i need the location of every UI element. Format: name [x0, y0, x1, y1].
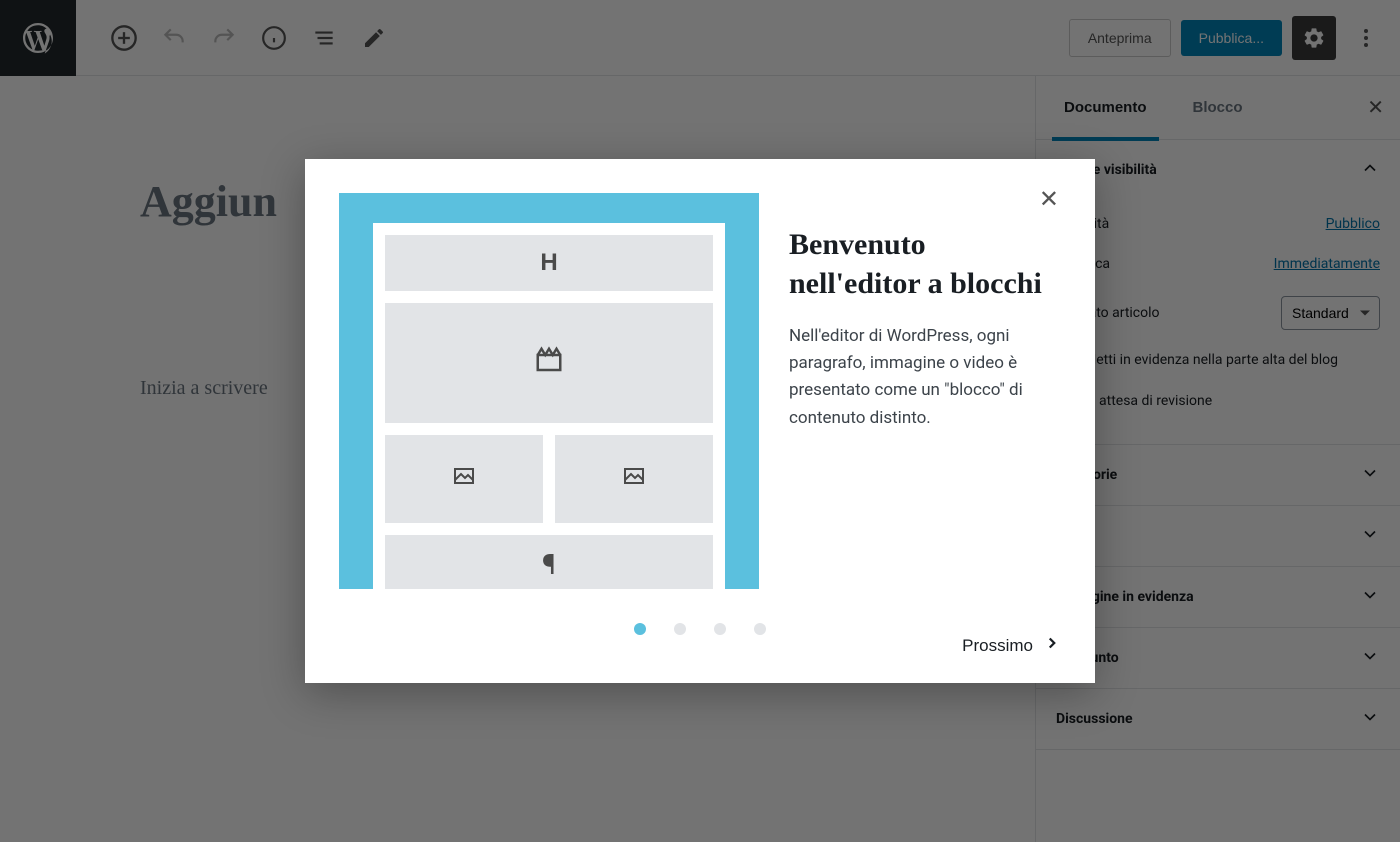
- illustration-heading-block: H: [385, 235, 713, 291]
- step-dot-2[interactable]: [674, 623, 686, 635]
- modal-inner: H ¶: [305, 159, 1095, 623]
- modal-footer: Prossimo: [305, 623, 1095, 683]
- step-dot-1[interactable]: [634, 623, 646, 635]
- illustration-paragraph-block: ¶: [385, 535, 713, 589]
- close-icon: ✕: [1039, 186, 1059, 213]
- modal-body-text: Nell'editor di WordPress, ogni paragrafo…: [789, 323, 1061, 432]
- step-dot-4[interactable]: [754, 623, 766, 635]
- welcome-modal: ✕ H: [305, 159, 1095, 683]
- step-dot-3[interactable]: [714, 623, 726, 635]
- chevron-right-icon: [1043, 634, 1061, 657]
- modal-illustration: H ¶: [339, 193, 759, 589]
- modal-next-button[interactable]: Prossimo: [962, 634, 1061, 657]
- illustration-video-block: [385, 303, 713, 423]
- image-icon: [622, 464, 646, 494]
- illustration-image-block: [385, 435, 543, 523]
- modal-close-button[interactable]: ✕: [1039, 185, 1059, 214]
- modal-next-label: Prossimo: [962, 636, 1033, 656]
- illustration-image-block: [555, 435, 713, 523]
- welcome-modal-overlay: ✕ H: [0, 0, 1400, 842]
- pilcrow-icon: ¶: [542, 548, 556, 581]
- image-icon: [452, 464, 476, 494]
- modal-title: Benvenuto nell'editor a blocchi: [789, 225, 1061, 303]
- clapperboard-icon: [534, 345, 564, 382]
- modal-content: Benvenuto nell'editor a blocchi Nell'edi…: [789, 193, 1061, 589]
